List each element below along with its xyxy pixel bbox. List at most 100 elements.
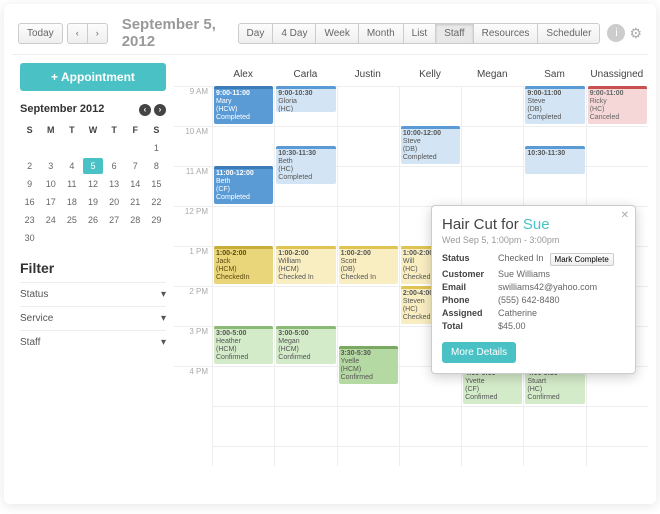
close-icon[interactable]: ✕ (621, 210, 629, 221)
appointment-event[interactable]: 3:00-5:00Megan(HCM)Confirmed (276, 326, 335, 364)
cal-day[interactable]: 28 (126, 212, 145, 228)
appointment-event[interactable]: 9:00-11:00Ricky(HC)Canceled (588, 86, 647, 124)
cal-day[interactable]: 20 (105, 194, 124, 210)
cal-day[interactable]: 23 (20, 212, 39, 228)
cal-day[interactable]: 10 (41, 176, 60, 192)
appointment-event[interactable]: 9:00-11:00Steve(DB)Completed (525, 86, 584, 124)
staff-col-header: Megan (461, 55, 523, 86)
mini-calendar: SMTWTFS123456789101112131415161718192021… (20, 122, 166, 246)
appointment-event[interactable]: 1:00-2:00Scott(DB)Checked In (339, 246, 398, 284)
cal-day[interactable]: 19 (83, 194, 102, 210)
info-icon[interactable]: i (607, 24, 625, 42)
next-button[interactable]: › (87, 23, 108, 44)
customer-link[interactable]: Sue Williams (498, 269, 550, 279)
chevron-down-icon: ▾ (161, 337, 166, 348)
cal-day[interactable]: 24 (41, 212, 60, 228)
toolbar: Today ‹ › September 5, 2012 Day4 DayWeek… (12, 12, 648, 55)
date-title: September 5, 2012 (122, 16, 224, 50)
cal-day[interactable]: 8 (147, 158, 166, 174)
filter-staff[interactable]: Staff▾ (20, 330, 166, 354)
appointment-event[interactable]: 9:00-10:30Gloria(HC)Completed (276, 86, 335, 112)
mini-cal-prev[interactable]: ‹ (139, 104, 151, 116)
cal-day[interactable]: 11 (62, 176, 81, 192)
view-scheduler[interactable]: Scheduler (537, 23, 600, 44)
cal-day[interactable]: 7 (126, 158, 145, 174)
filter-status[interactable]: Status▾ (20, 282, 166, 306)
cal-day (83, 140, 102, 156)
cal-day (105, 140, 124, 156)
appointment-event[interactable]: 1:00-2:00Jack(HCM)CheckedIn (214, 246, 273, 284)
staff-column[interactable]: 1:00-2:00Scott(DB)Checked In 3:30-5:30Yve… (337, 86, 399, 466)
appointment-event[interactable]: 1:00-2:00William(HCM)Checked In (276, 246, 335, 284)
staff-column[interactable]: 9:00-10:30Gloria(HC)Completed 10:30-11:30… (274, 86, 336, 466)
cal-day[interactable]: 15 (147, 176, 166, 192)
chevron-right-icon: › (96, 28, 99, 38)
cal-day[interactable]: 13 (105, 176, 124, 192)
more-details-button[interactable]: More Details (442, 342, 516, 363)
popover-title: Hair Cut for Sue (442, 216, 625, 233)
cal-day[interactable]: 16 (20, 194, 39, 210)
cal-day[interactable]: 6 (105, 158, 124, 174)
cal-day (20, 140, 39, 156)
appointment-event[interactable]: 10:00-12:00Steve(DB)Completed (401, 126, 460, 164)
staff-col-header: Kelly (399, 55, 461, 86)
mini-cal-month: September 2012 (20, 103, 104, 115)
cal-day[interactable]: 25 (62, 212, 81, 228)
view-switcher: Day4 DayWeekMonthListStaffResourcesSched… (238, 23, 601, 44)
chevron-left-icon: ‹ (76, 28, 79, 38)
cal-day[interactable]: 14 (126, 176, 145, 192)
cal-day[interactable]: 30 (20, 230, 39, 246)
view-resources[interactable]: Resources (473, 23, 539, 44)
date-nav: ‹ › (67, 23, 108, 44)
cal-day (62, 140, 81, 156)
cal-day[interactable]: 29 (147, 212, 166, 228)
mini-cal-next[interactable]: › (154, 104, 166, 116)
staff-column[interactable]: 9:00-11:00Mary(HCW)Completed 11:00-12:00B… (212, 86, 274, 466)
cal-day[interactable]: 1 (147, 140, 166, 156)
mini-cal-header: September 2012 ‹ › (20, 103, 166, 116)
staff-col-header: Justin (337, 55, 399, 86)
sidebar: + Appointment September 2012 ‹ › SMTWTFS… (12, 55, 174, 495)
calendar-area: AlexCarlaJustinKellyMeganSamUnassigned 9… (174, 55, 648, 495)
staff-col-header: Alex (212, 55, 274, 86)
cal-day[interactable]: 3 (41, 158, 60, 174)
view-list[interactable]: List (403, 23, 437, 44)
add-appointment-button[interactable]: + Appointment (20, 63, 166, 91)
filter-heading: Filter (20, 260, 166, 276)
cal-day[interactable]: 22 (147, 194, 166, 210)
appointment-event[interactable]: 9:00-11:00Mary(HCW)Completed (214, 86, 273, 124)
view-staff[interactable]: Staff (435, 23, 473, 44)
staff-col-header: Unassigned (586, 55, 648, 86)
staff-header: AlexCarlaJustinKellyMeganSamUnassigned (174, 55, 648, 86)
cal-day[interactable]: 4 (62, 158, 81, 174)
appointment-event[interactable]: 3:30-5:30Yvelle(HCM)Confirmed (339, 346, 398, 384)
popover-subtitle: Wed Sep 5, 1:00pm - 3:00pm (442, 235, 625, 245)
staff-col-header: Sam (523, 55, 585, 86)
cal-day[interactable]: 21 (126, 194, 145, 210)
view-day[interactable]: Day (238, 23, 274, 44)
appointment-event[interactable]: 11:00-12:00Beth(CF)Completed (214, 166, 273, 204)
today-button[interactable]: Today (18, 23, 63, 44)
cal-day[interactable]: 27 (105, 212, 124, 228)
cal-day[interactable]: 12 (83, 176, 102, 192)
cal-day[interactable]: 5 (83, 158, 102, 174)
appointment-popover: ✕ Hair Cut for Sue Wed Sep 5, 1:00pm - 3… (431, 205, 636, 374)
staff-col-header: Carla (274, 55, 336, 86)
appointment-event[interactable]: 10:30-11:30 (525, 146, 584, 174)
prev-button[interactable]: ‹ (67, 23, 88, 44)
cal-day[interactable]: 2 (20, 158, 39, 174)
cal-day (126, 140, 145, 156)
view-month[interactable]: Month (358, 23, 404, 44)
view-4-day[interactable]: 4 Day (272, 23, 316, 44)
cal-day[interactable]: 18 (62, 194, 81, 210)
gear-icon[interactable]: ⚙ (629, 25, 642, 42)
cal-day[interactable]: 26 (83, 212, 102, 228)
mark-complete-button[interactable]: Mark Complete (550, 253, 614, 266)
view-week[interactable]: Week (315, 23, 358, 44)
filter-service[interactable]: Service▾ (20, 306, 166, 330)
cal-day[interactable]: 9 (20, 176, 39, 192)
hour-labels: 9 AM10 AM11 AM12 PM1 PM2 PM3 PM4 PM (174, 86, 212, 466)
cal-day[interactable]: 17 (41, 194, 60, 210)
appointment-event[interactable]: 3:00-5:00Heather(HCM)Confirmed (214, 326, 273, 364)
appointment-event[interactable]: 10:30-11:30Beth(HC)Completed (276, 146, 335, 184)
